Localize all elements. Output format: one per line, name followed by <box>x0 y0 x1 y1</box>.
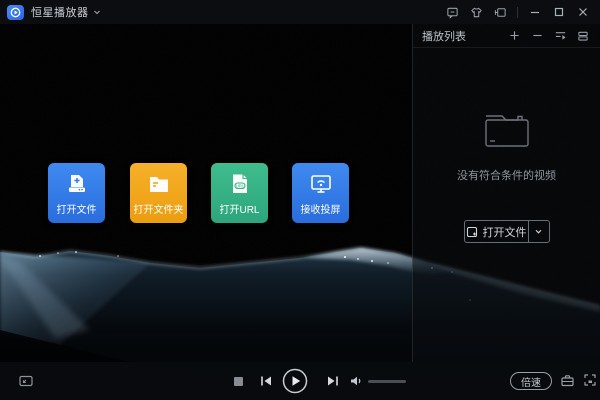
title-menu-chevron-icon[interactable] <box>93 8 101 16</box>
receive-cast-tile[interactable]: 接收投屏 <box>292 163 349 223</box>
url-doc-icon: URL <box>227 163 253 201</box>
pin-icon[interactable] <box>491 3 509 21</box>
skin-icon[interactable] <box>467 3 485 21</box>
open-file-icon <box>466 226 478 238</box>
minimize-icon[interactable] <box>526 3 544 21</box>
play-button[interactable] <box>282 368 308 394</box>
open-url-tile[interactable]: URL 打开URL <box>211 163 268 223</box>
volume-slider[interactable] <box>368 380 406 383</box>
url-badge: URL <box>235 183 244 188</box>
playlist-empty-state: 没有符合条件的视频 <box>413 108 600 183</box>
speed-button[interactable]: 倍速 <box>510 372 552 390</box>
titlebar[interactable]: 恒星播放器 <box>0 0 600 24</box>
feedback-icon[interactable] <box>443 3 461 21</box>
open-file-tile[interactable]: 打开文件 <box>48 163 105 223</box>
maximize-icon[interactable] <box>550 3 568 21</box>
tile-label: 打开URL <box>219 201 259 223</box>
next-button[interactable] <box>326 374 340 388</box>
open-file-dropdown-chevron-icon[interactable] <box>529 221 549 242</box>
control-bar: 倍速 <box>0 362 600 400</box>
tile-label: 接收投屏 <box>301 201 341 223</box>
add-icon[interactable] <box>506 28 522 44</box>
playlist-panel: 播放列表 没有符合条件的视频 <box>412 24 600 362</box>
file-plus-icon <box>64 163 90 201</box>
folder-open-icon <box>146 163 172 201</box>
tile-label: 打开文件 <box>57 201 97 223</box>
speed-label: 倍速 <box>521 374 541 389</box>
player-window: 恒星播放器 <box>0 0 600 400</box>
mini-screen-icon[interactable] <box>18 373 34 389</box>
tile-label: 打开文件夹 <box>134 201 184 223</box>
empty-text: 没有符合条件的视频 <box>413 167 600 183</box>
close-icon[interactable] <box>574 3 592 21</box>
cast-screen-icon <box>308 163 334 201</box>
playlist-open-file-button[interactable]: 打开文件 <box>464 220 550 243</box>
app-logo-icon <box>7 5 24 20</box>
stop-button[interactable] <box>233 376 244 387</box>
open-folder-tile[interactable]: 打开文件夹 <box>130 163 187 223</box>
previous-button[interactable] <box>259 374 273 388</box>
toolbox-icon[interactable] <box>560 373 575 388</box>
play-order-icon[interactable] <box>552 28 568 44</box>
app-title: 恒星播放器 <box>31 4 89 20</box>
empty-folder-icon <box>478 108 536 152</box>
playlist-title: 播放列表 <box>422 28 466 44</box>
titlebar-divider <box>517 7 518 18</box>
playlist-header: 播放列表 <box>413 24 600 48</box>
speaker-icon[interactable] <box>349 374 363 388</box>
open-file-button-label: 打开文件 <box>483 224 527 240</box>
fullscreen-icon[interactable] <box>583 373 597 387</box>
list-layout-icon[interactable] <box>575 28 591 44</box>
remove-icon[interactable] <box>529 28 545 44</box>
